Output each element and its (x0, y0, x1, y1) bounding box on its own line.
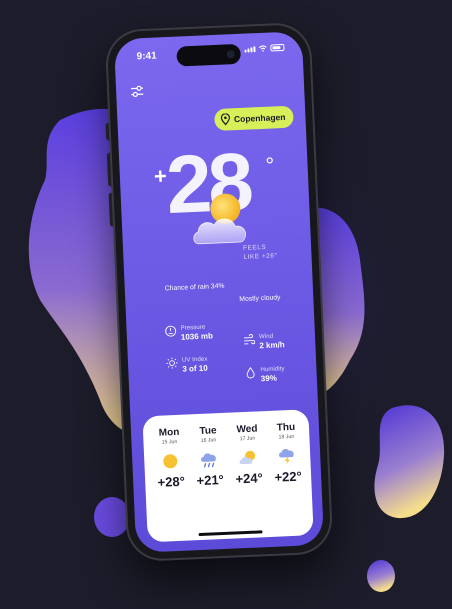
forecast-day-name: Mon (158, 426, 180, 439)
forecast-temp: +22° (274, 468, 303, 485)
forecast-day[interactable]: Wed 17 Jun +24° (229, 423, 268, 487)
forecast-temp: +21° (196, 471, 225, 489)
weather-app-screen: 9:41 Copenhagen + 28 ° FEELS LIKE +26° C… (113, 31, 325, 553)
bottom-left-blob (94, 497, 130, 537)
settings-sliders-icon[interactable] (130, 84, 145, 99)
chance-of-rain: Chance of rain 34% (164, 282, 225, 293)
battery-icon (270, 43, 285, 52)
forecast-day-name: Thu (276, 421, 296, 434)
forecast-day[interactable]: Tue 16 Jun +21° (190, 425, 229, 489)
forecast-day[interactable]: Thu 18 Jun +22° (268, 421, 307, 485)
rain-cloud-icon (201, 453, 216, 468)
forecast-date: 16 Jun (200, 437, 217, 444)
forecast-day[interactable]: Mon 15 Jun +28° (151, 427, 190, 491)
water-drop-icon (246, 366, 255, 379)
pressure-gauge-icon (165, 325, 177, 337)
humidity-value: 39% (260, 373, 278, 384)
forecast-day-name: Tue (199, 425, 217, 437)
weather-condition: Mostly cloudy (239, 294, 281, 304)
forecast-date: 18 Jun (278, 433, 295, 441)
sun-outline-icon (166, 357, 178, 369)
forecast-day-name: Wed (236, 423, 258, 436)
phone-mockup: 9:41 Copenhagen + 28 ° FEELS LIKE +26° C… (105, 23, 332, 561)
forecast-card: Mon 15 Jun +28° Tue 16 Jun +21° Wed 17 J… (142, 409, 314, 543)
camera-icon (226, 50, 235, 59)
thunderstorm-icon (278, 448, 294, 465)
forecast-date: 17 Jun (239, 435, 256, 443)
wind-label: Wind (258, 332, 274, 341)
humidity-label: Humidity (260, 365, 285, 374)
uv-index-label: UV Index (181, 355, 208, 364)
wifi-icon (258, 45, 267, 52)
home-indicator[interactable] (198, 530, 263, 537)
status-time: 9:41 (136, 50, 157, 63)
location-button[interactable]: Copenhagen (213, 105, 294, 132)
forecast-temp: +24° (235, 470, 264, 487)
dynamic-island (176, 43, 242, 67)
wind-value: 2 km/h (259, 340, 285, 351)
location-label: Copenhagen (233, 111, 286, 125)
feels-like: FEELS LIKE +26° (243, 242, 280, 262)
signal-icon (244, 45, 256, 53)
temperature-unit: ° (264, 152, 275, 178)
pressure-value: 1036 mb (180, 331, 214, 342)
feels-like-value: LIKE +26° (243, 252, 278, 261)
status-icons (244, 43, 285, 53)
location-pin-icon (220, 113, 230, 126)
uv-index-value: 3 of 10 (182, 363, 208, 374)
pressure-label: Pressure (180, 323, 206, 332)
phone-frame: 9:41 Copenhagen + 28 ° FEELS LIKE +26° C… (106, 23, 332, 561)
partly-cloudy-icon (239, 450, 256, 465)
forecast-temp: +28° (157, 473, 186, 490)
small-right-blob (374, 405, 445, 519)
forecast-date: 15 Jun (161, 438, 178, 446)
tiny-blob (367, 560, 395, 592)
wind-icon (244, 334, 256, 345)
sun-icon (163, 454, 178, 469)
